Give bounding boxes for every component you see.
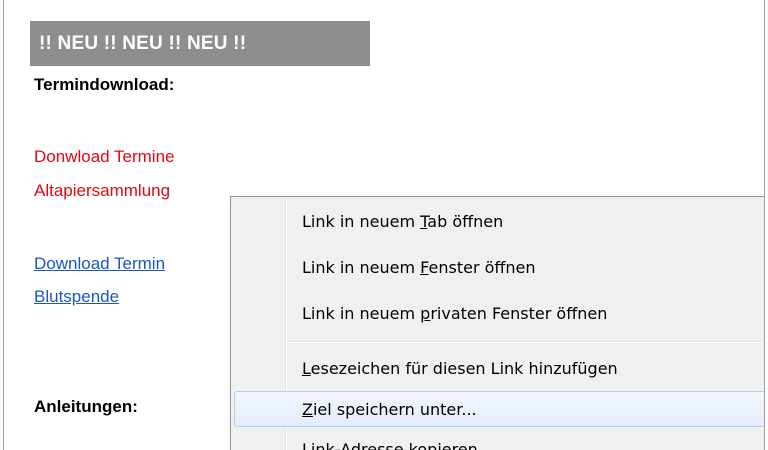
menu-item-save-target-as[interactable]: Ziel speichern unter...: [234, 391, 764, 427]
menu-item-text: ab öffnen: [427, 212, 504, 231]
menu-item-copy-link-address[interactable]: Link-Adresse kopieren: [234, 431, 764, 450]
altpapier-link-line2[interactable]: Altapiersammlung: [34, 181, 170, 201]
menu-item-mnemonic: Z: [302, 400, 313, 419]
menu-item-text: enster öffnen: [428, 258, 536, 277]
blutspende-link-line2[interactable]: Blutspende: [34, 287, 119, 307]
menu-item-bookmark-link[interactable]: Lesezeichen für diesen Link hinzufügen: [234, 350, 764, 386]
blutspende-link-line1[interactable]: Download Termin: [34, 254, 165, 274]
menu-item-text: Link in neuem: [302, 304, 421, 323]
menu-item-text: iel speichern unter...: [312, 400, 477, 419]
menu-item-text: Link in neuem: [302, 258, 421, 277]
menu-item-text: esezeichen für diesen Link hinzufügen: [310, 359, 618, 378]
menu-item-open-in-new-window[interactable]: Link in neuem Fenster öffnen: [234, 249, 764, 285]
menu-item-mnemonic: F: [420, 258, 429, 277]
menu-separator: [290, 341, 763, 343]
menu-item-open-in-new-tab[interactable]: Link in neuem Tab öffnen: [234, 203, 764, 239]
menu-item-text: rivaten Fenster öffnen: [430, 304, 608, 323]
menu-item-mnemonic: L: [302, 359, 311, 378]
anleitungen-heading: Anleitungen:: [34, 397, 138, 416]
menu-item-open-in-private-window[interactable]: Link in neuem privaten Fenster öffnen: [234, 295, 764, 331]
menu-item-text: Link in neuem: [302, 212, 421, 231]
altpapier-link-line1[interactable]: Donwload Termine: [34, 147, 174, 167]
browser-viewport: !! NEU !! NEU !! NEU !! Termindownload: …: [3, 0, 765, 450]
context-menu: Link in neuem Tab öffnen Link in neuem F…: [230, 196, 764, 450]
new-banner: !! NEU !! NEU !! NEU !!: [30, 21, 370, 66]
termindownload-heading: Termindownload:: [34, 75, 175, 94]
menu-item-mnemonic: p: [420, 304, 431, 323]
menu-item-text: Link-Adresse kopieren: [302, 440, 478, 450]
